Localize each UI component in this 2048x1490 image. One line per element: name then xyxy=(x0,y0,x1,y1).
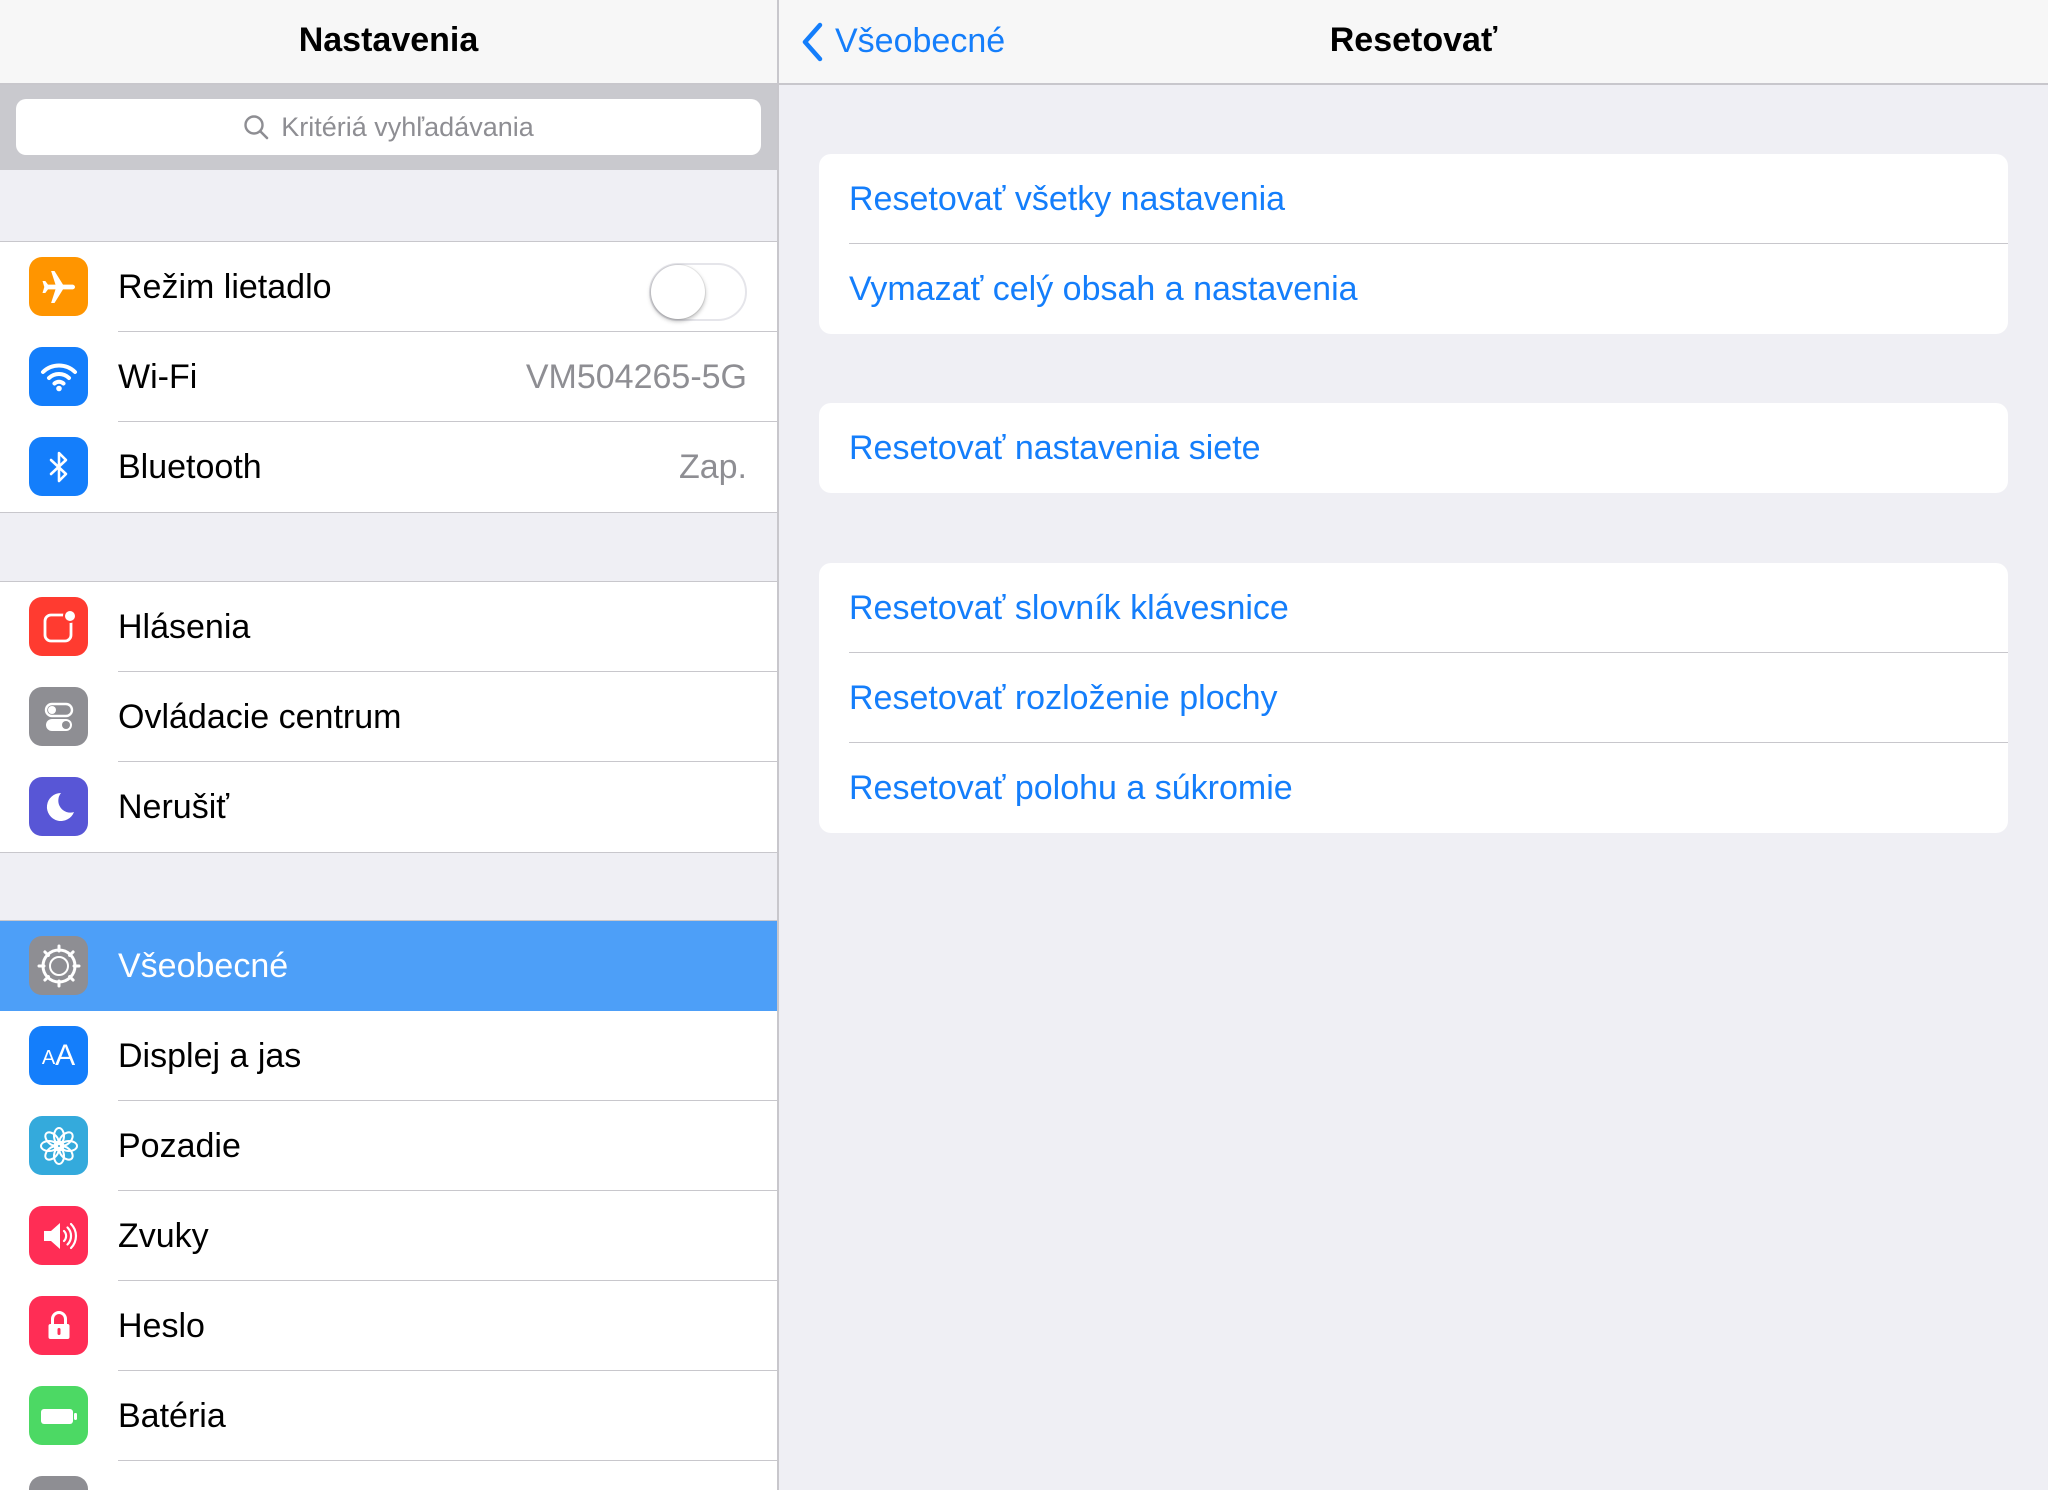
reset-group-settings: Resetovať všetky nastavenia Vymazať celý… xyxy=(819,154,2008,334)
reset-option-label: Resetovať polohu a súkromie xyxy=(849,769,1293,807)
reset-option-label: Resetovať nastavenia siete xyxy=(849,429,1261,467)
settings-row-notifications[interactable]: Hlásenia xyxy=(0,582,777,672)
notifications-icon xyxy=(29,597,88,656)
settings-group-notifications: Hlásenia Ovládacie centrum Nerušiť xyxy=(0,581,777,853)
reset-group-misc: Resetovať slovník klávesnice Resetovať r… xyxy=(819,563,2008,833)
erase-all-content-button[interactable]: Vymazať celý obsah a nastavenia xyxy=(819,244,2008,334)
reset-keyboard-dictionary-button[interactable]: Resetovať slovník klávesnice xyxy=(819,563,2008,653)
reset-all-settings-button[interactable]: Resetovať všetky nastavenia xyxy=(819,154,2008,244)
control-center-icon xyxy=(29,687,88,746)
reset-detail-pane: Resetovať Všeobecné Resetovať všetky nas… xyxy=(779,0,2048,1490)
settings-row-label: Heslo xyxy=(118,1307,205,1345)
chevron-left-icon xyxy=(802,22,823,61)
moon-icon xyxy=(29,777,88,836)
settings-row-label: Batéria xyxy=(118,1397,226,1435)
reset-option-label: Resetovať všetky nastavenia xyxy=(849,180,1286,218)
lock-icon xyxy=(29,1296,88,1355)
wifi-icon xyxy=(29,347,88,406)
wallpaper-flower-icon xyxy=(29,1116,88,1175)
wifi-network-value: VM504265-5G xyxy=(525,358,747,396)
search-icon xyxy=(244,115,269,140)
detail-navbar: Resetovať Všeobecné xyxy=(779,0,2048,85)
settings-row-battery[interactable]: Batéria xyxy=(0,1371,777,1461)
reset-group-network: Resetovať nastavenia siete xyxy=(819,403,2008,493)
settings-row-general[interactable]: Všeobecné xyxy=(0,921,777,1011)
settings-row-control-center[interactable]: Ovládacie centrum xyxy=(0,672,777,762)
toggle-knob xyxy=(651,265,705,319)
bluetooth-status-value: Zap. xyxy=(678,448,747,486)
bluetooth-icon xyxy=(29,437,88,496)
settings-row-display-brightness[interactable]: AA Displej a jas xyxy=(0,1011,777,1101)
settings-row-partial[interactable] xyxy=(0,1461,777,1490)
settings-row-label: Wi-Fi xyxy=(118,358,198,396)
privacy-hand-icon xyxy=(29,1476,88,1490)
settings-group-connectivity: Režim lietadlo Wi-Fi VM504265-5G Bluetoo… xyxy=(0,241,777,513)
settings-row-wallpaper[interactable]: Pozadie xyxy=(0,1101,777,1191)
master-navbar: Nastavenia xyxy=(0,0,777,85)
back-button[interactable]: Všeobecné xyxy=(801,0,1005,83)
reset-option-label: Resetovať rozloženie plochy xyxy=(849,679,1278,717)
reset-option-label: Vymazať celý obsah a nastavenia xyxy=(849,270,1358,308)
settings-row-label: Zvuky xyxy=(118,1217,209,1255)
settings-row-wifi[interactable]: Wi-Fi VM504265-5G xyxy=(0,332,777,422)
settings-row-label: Režim lietadlo xyxy=(118,268,332,306)
master-title: Nastavenia xyxy=(298,21,479,59)
settings-row-label: Nerušiť xyxy=(118,788,229,826)
airplane-mode-toggle[interactable] xyxy=(649,263,747,321)
settings-row-label: Ovládacie centrum xyxy=(118,698,402,736)
search-input[interactable]: Kritériá vyhľadávania xyxy=(16,99,761,155)
back-button-label: Všeobecné xyxy=(835,22,1006,60)
settings-row-sounds[interactable]: Zvuky xyxy=(0,1191,777,1281)
gear-icon xyxy=(29,936,88,995)
settings-row-label: Displej a jas xyxy=(118,1037,302,1075)
settings-row-bluetooth[interactable]: Bluetooth Zap. xyxy=(0,422,777,512)
settings-master-pane: Nastavenia Kritériá vyhľadávania Režim l… xyxy=(0,0,779,1490)
airplane-icon xyxy=(29,257,88,316)
text-size-icon: AA xyxy=(29,1026,88,1085)
reset-location-privacy-button[interactable]: Resetovať polohu a súkromie xyxy=(819,743,2008,833)
reset-option-label: Resetovať slovník klávesnice xyxy=(849,589,1289,627)
battery-icon xyxy=(29,1386,88,1445)
speaker-icon xyxy=(29,1206,88,1265)
settings-row-label: Pozadie xyxy=(118,1127,241,1165)
settings-row-passcode[interactable]: Heslo xyxy=(0,1281,777,1371)
settings-row-label: Bluetooth xyxy=(118,448,262,486)
search-placeholder: Kritériá vyhľadávania xyxy=(281,111,534,142)
reset-network-settings-button[interactable]: Resetovať nastavenia siete xyxy=(819,403,2008,493)
reset-home-screen-layout-button[interactable]: Resetovať rozloženie plochy xyxy=(819,653,2008,743)
settings-row-airplane-mode[interactable]: Režim lietadlo xyxy=(0,242,777,332)
settings-row-label: Hlásenia xyxy=(118,608,251,646)
settings-row-label: Všeobecné xyxy=(118,947,289,985)
settings-group-general: Všeobecné AA Displej a jas Pozadie Zvuky… xyxy=(0,920,777,1490)
search-bar: Kritériá vyhľadávania xyxy=(0,85,777,170)
settings-row-do-not-disturb[interactable]: Nerušiť xyxy=(0,762,777,852)
